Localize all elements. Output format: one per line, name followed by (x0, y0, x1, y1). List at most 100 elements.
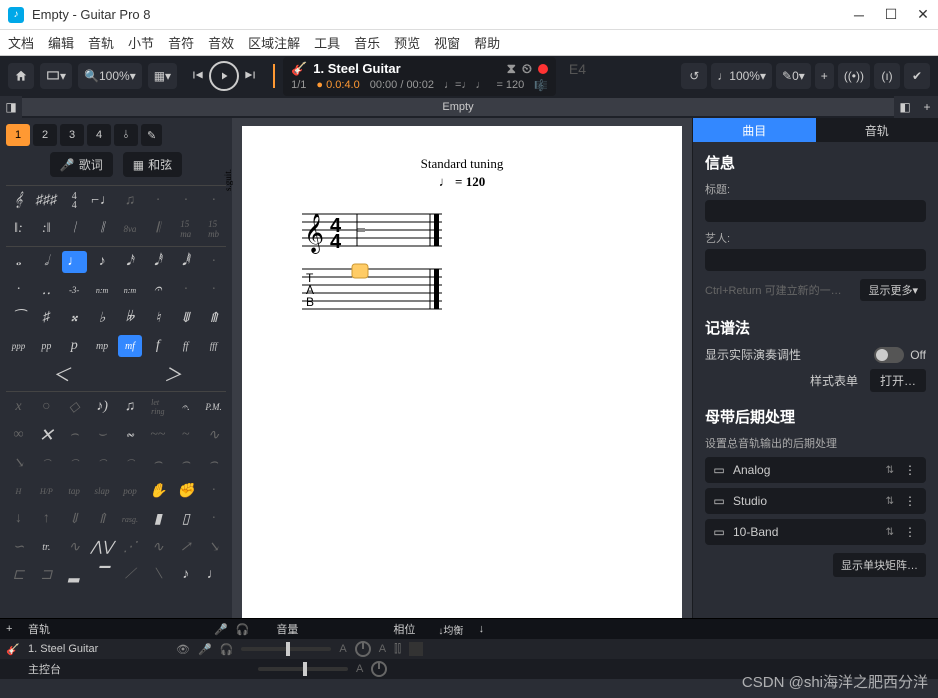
slide2-icon[interactable]: ⌒ (62, 452, 87, 474)
menu-window[interactable]: 视窗 (434, 33, 460, 52)
double-sharp-icon[interactable]: 𝄪 (62, 307, 87, 329)
brush-up-icon[interactable]: ⇑ (90, 508, 115, 530)
strum-up-icon[interactable]: ✊ (173, 480, 198, 502)
fx-select-arrows-icon[interactable]: ⇅ (886, 527, 894, 538)
octave-down-icon[interactable]: 𝄃 (145, 218, 170, 240)
vibrato-icon[interactable]: ~ (173, 424, 198, 446)
bend-icon[interactable]: ↘ (6, 452, 31, 474)
crescendo-icon[interactable]: ＜ (6, 363, 115, 385)
ho-icon[interactable]: H (6, 480, 31, 502)
menu-bar[interactable]: 小节 (128, 33, 154, 52)
triplet-feel-icon[interactable]: ♫ (118, 190, 143, 212)
ghost-x-icon[interactable]: 𝆗 (118, 424, 143, 446)
menu-file[interactable]: 文档 (8, 33, 34, 52)
double-dot-icon[interactable]: ‥ (34, 279, 59, 301)
view-3-button[interactable]: 3 (60, 124, 84, 146)
master-volume-slider[interactable] (258, 667, 348, 671)
record-indicator-icon[interactable] (538, 64, 548, 74)
natural-icon[interactable]: ♮ (145, 307, 170, 329)
fx-toggle-icon[interactable]: ▭ (711, 463, 727, 477)
add-tab-button[interactable]: + (916, 96, 938, 118)
menu-help[interactable]: 帮助 (474, 33, 500, 52)
tie-icon[interactable]: ⁀ (6, 307, 31, 329)
po-icon[interactable]: H/P (34, 480, 59, 502)
display-mode-button[interactable]: ▾ (40, 63, 72, 89)
tab-song[interactable]: 曲目 (693, 118, 816, 142)
design-mode-button[interactable]: ✎ (141, 124, 162, 146)
pedal-down-icon[interactable]: ▂ (62, 564, 87, 586)
display-tonality-toggle[interactable] (874, 347, 904, 363)
na4-icon[interactable]: · (201, 251, 226, 273)
fifteen-mb-icon[interactable]: 15mb (201, 218, 226, 240)
auto-a2[interactable]: A (379, 643, 386, 655)
repeat-open-icon[interactable]: ‖: (6, 218, 31, 240)
double-flat-icon[interactable]: 𝄫 (118, 307, 143, 329)
tuning-fork-icon[interactable]: 🎼 (534, 79, 548, 92)
dead-note-icon[interactable]: x (6, 396, 31, 418)
arpeggio-up-icon[interactable]: ↑ (34, 508, 59, 530)
accent-icon[interactable]: ◇ (62, 396, 87, 418)
hourglass-icon[interactable]: ⧗ (507, 61, 516, 77)
sus-icon[interactable]: ⟋ (118, 564, 143, 586)
track-row-name[interactable]: 1. Steel Guitar (28, 643, 168, 655)
flag1-icon[interactable]: ▮ (145, 508, 170, 530)
fx-menu-icon[interactable]: ⋮ (900, 463, 920, 477)
ntuplet2-icon[interactable]: n:m (118, 279, 143, 301)
fade-icon[interactable]: ↗ (173, 536, 198, 558)
slide6-icon[interactable]: ⌢ (173, 452, 198, 474)
menu-tools[interactable]: 工具 (314, 33, 340, 52)
shift-up-icon[interactable]: ⤊ (201, 307, 226, 329)
rasg-icon[interactable]: rasg. (118, 508, 143, 530)
let-ring-icon[interactable]: letring (145, 396, 170, 418)
thirtysecond-note-icon[interactable]: 𝅘𝅥𝅰 (145, 251, 170, 273)
shift-down-icon[interactable]: ⤋ (173, 307, 198, 329)
turn-icon[interactable]: ∽ (6, 536, 31, 558)
artist-input[interactable] (705, 249, 926, 271)
view-4-button[interactable]: 4 (87, 124, 111, 146)
flag2-icon[interactable]: ▯ (173, 508, 198, 530)
master-row-name[interactable]: 主控台 (28, 661, 168, 677)
sharp-icon[interactable]: ♯ (34, 307, 59, 329)
na5-icon[interactable]: · (173, 279, 198, 301)
skip-forward-button[interactable] (243, 68, 257, 85)
slide7-icon[interactable]: ⌢ (201, 452, 226, 474)
fx-menu-icon[interactable]: ⋮ (900, 525, 920, 539)
fx-select-arrows-icon[interactable]: ⇅ (886, 496, 894, 507)
na7-icon[interactable]: · (201, 480, 226, 502)
hammer-icon[interactable]: ⌢ (62, 424, 87, 446)
barlines-icon[interactable]: 𝄁 (90, 218, 115, 240)
na6-icon[interactable]: · (201, 279, 226, 301)
strum-down-icon[interactable]: ✋ (145, 480, 170, 502)
ppp-icon[interactable]: ppp (6, 335, 31, 357)
pull-icon[interactable]: ⌣ (90, 424, 115, 446)
na3-icon[interactable]: · (201, 190, 226, 212)
staccato-icon[interactable]: ∞ (6, 424, 31, 446)
repeat-close-icon[interactable]: :‖ (34, 218, 59, 240)
dot-icon[interactable]: · (6, 279, 31, 301)
slap-icon[interactable]: slap (90, 480, 115, 502)
barline-icon[interactable]: 𝄀 (62, 218, 87, 240)
tremolo2-icon[interactable]: ∿ (145, 536, 170, 558)
slide1-icon[interactable]: ⌒ (34, 452, 59, 474)
ghost-note-icon[interactable]: ○ (34, 396, 59, 418)
menu-section[interactable]: 区域注解 (248, 33, 300, 52)
time-signature-icon[interactable]: 44 (62, 190, 87, 212)
sus2-icon[interactable]: ⟍ (145, 564, 170, 586)
tap-icon[interactable]: tap (62, 480, 87, 502)
key-signature-icon[interactable]: ♯♯♯ (34, 190, 59, 212)
title-input[interactable] (705, 200, 926, 222)
arpeggio-down-icon[interactable]: ↓ (6, 508, 31, 530)
end-note1-icon[interactable]: ♪ (173, 564, 198, 586)
na1-icon[interactable]: · (145, 190, 170, 212)
play-button[interactable] (209, 61, 239, 91)
palm-mute-icon[interactable]: 𝄐. (173, 396, 198, 418)
tab-track[interactable]: 音轨 (816, 118, 938, 142)
na8-icon[interactable]: · (201, 508, 226, 530)
slide4-icon[interactable]: ⌒ (118, 452, 143, 474)
fx-toggle-icon[interactable]: ▭ (711, 525, 727, 539)
track-name[interactable]: 1. Steel Guitar (313, 61, 400, 76)
eighth-note-icon[interactable]: ♪ (90, 251, 115, 273)
vibrato-wide-icon[interactable]: ~~ (145, 424, 170, 446)
fx-select-arrows-icon[interactable]: ⇅ (886, 465, 894, 476)
free-time-icon[interactable]: ⌐♩ (90, 190, 115, 212)
